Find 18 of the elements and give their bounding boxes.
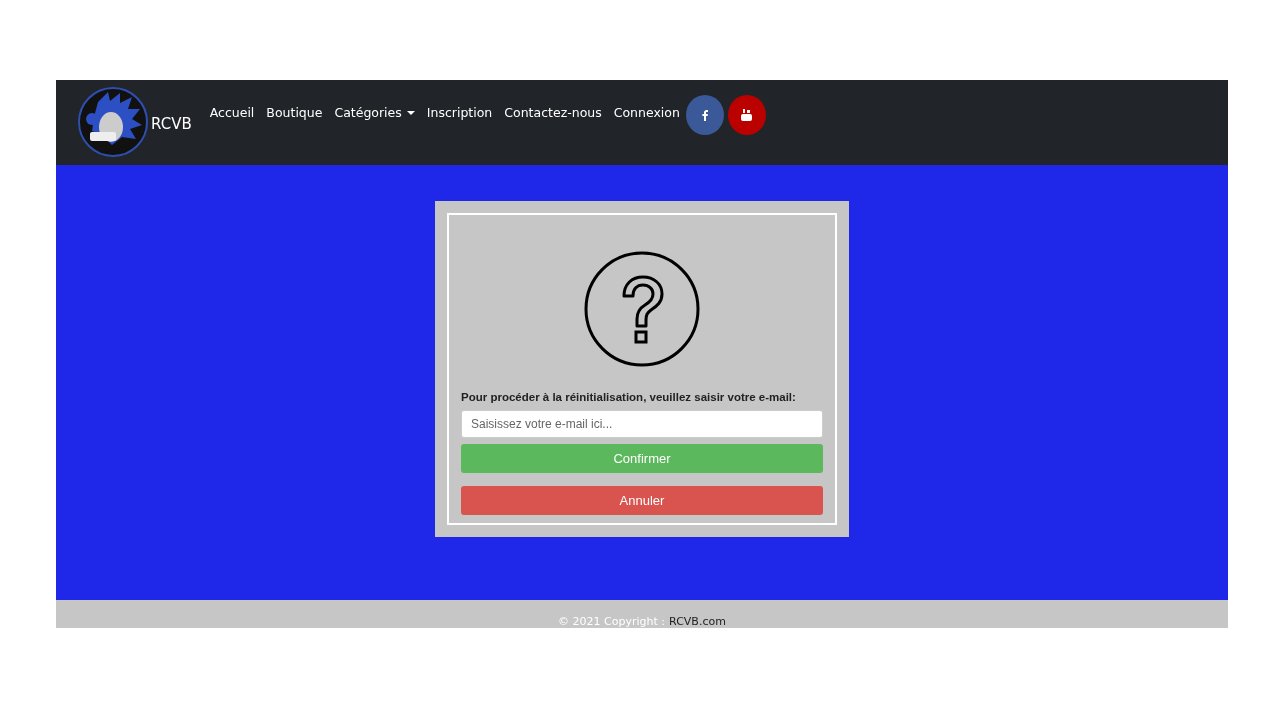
youtube-button[interactable]	[727, 95, 766, 135]
copyright-text: © 2021 Copyright :	[558, 615, 666, 628]
nav-link[interactable]: Accueil	[209, 105, 255, 120]
question-mark-icon	[584, 251, 700, 367]
nav-link[interactable]: Connexion	[613, 105, 680, 120]
email-field[interactable]: Saisissez votre e-mail ici...	[461, 410, 823, 438]
facebook-icon	[701, 109, 708, 121]
brand-name[interactable]: RCVB	[151, 115, 192, 133]
nav-dropdown[interactable]: Catégories	[334, 105, 415, 120]
caret-icon	[406, 110, 415, 115]
site-link[interactable]: RCVB.com	[669, 615, 726, 628]
facebook-button[interactable]	[685, 95, 724, 135]
nav-link[interactable]: Boutique	[266, 105, 323, 120]
nav-link[interactable]: Contactez-nous	[504, 105, 602, 120]
nav-link[interactable]: Inscription	[426, 105, 493, 120]
youtube-icon	[741, 109, 753, 121]
instruction-text: Pour procéder à la réinitialisation, veuillez saisir votre e-mail:	[461, 391, 797, 403]
cancel-button[interactable]: Annuler	[461, 486, 823, 515]
